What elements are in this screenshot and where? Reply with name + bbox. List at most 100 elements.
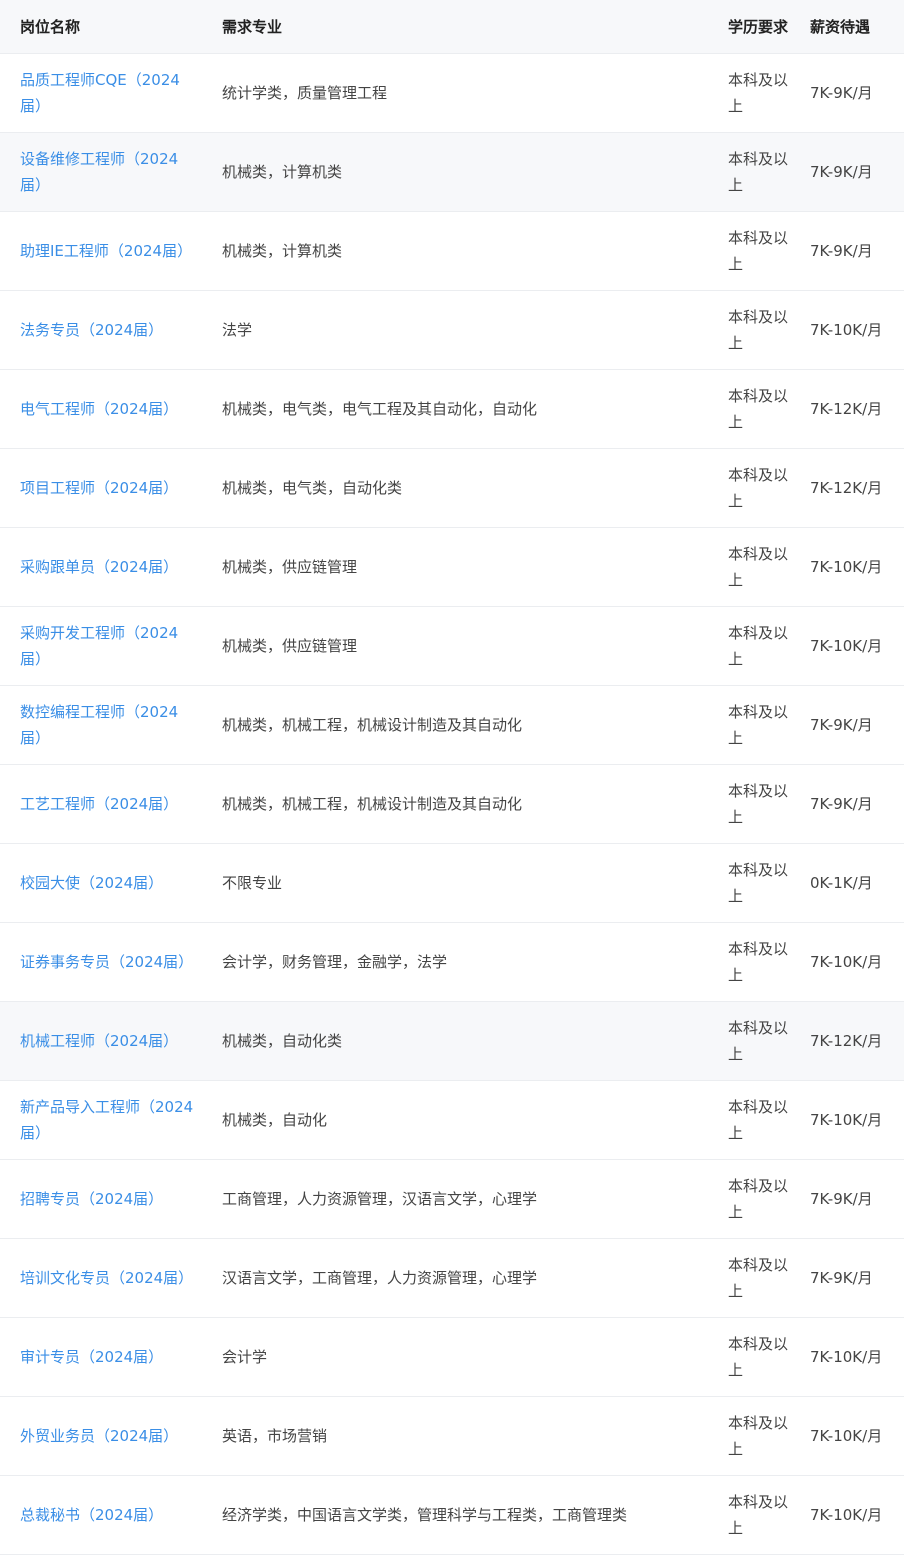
header-education: 学历要求 [708,0,798,54]
job-education: 本科及以上 [728,465,789,510]
job-education: 本科及以上 [728,1018,789,1063]
job-major: 工商管理，人力资源管理，汉语言文学，心理学 [222,1189,538,1208]
job-education: 本科及以上 [728,1492,789,1537]
job-major: 机械类，计算机类 [222,241,343,260]
job-major: 英语，市场营销 [222,1426,328,1445]
table-row: 数控编程工程师（2024届） 机械类，机械工程，机械设计制造及其自动化 本科及以… [0,685,904,764]
job-salary: 7K-9K/月 [810,715,873,734]
table-row: 项目工程师（2024届） 机械类，电气类，自动化类 本科及以上 7K-12K/月 [0,448,904,527]
jobs-table: 岗位名称 需求专业 学历要求 薪资待遇 品质工程师CQE（2024届） 统计学类… [0,0,904,1555]
job-salary: 7K-10K/月 [810,1505,883,1524]
table-row: 外贸业务员（2024届） 英语，市场营销 本科及以上 7K-10K/月 [0,1396,904,1475]
job-title-link[interactable]: 助理IE工程师（2024届） [20,242,192,260]
table-body: 品质工程师CQE（2024届） 统计学类，质量管理工程 本科及以上 7K-9K/… [0,53,904,1554]
job-major: 机械类，自动化 [222,1110,328,1129]
job-title-link[interactable]: 电气工程师（2024届） [20,400,178,418]
job-title-link[interactable]: 证券事务专员（2024届） [20,953,193,971]
job-major: 机械类，计算机类 [222,162,343,181]
job-education: 本科及以上 [728,228,789,273]
job-salary: 7K-9K/月 [810,1189,873,1208]
table-row: 证券事务专员（2024届） 会计学，财务管理，金融学，法学 本科及以上 7K-1… [0,922,904,1001]
job-title-link[interactable]: 总裁秘书（2024届） [20,1506,163,1524]
table-row: 机械工程师（2024届） 机械类，自动化类 本科及以上 7K-12K/月 [0,1001,904,1080]
job-salary: 7K-12K/月 [810,478,883,497]
table-row: 设备维修工程师（2024届） 机械类，计算机类 本科及以上 7K-9K/月 [0,132,904,211]
job-major: 会计学，财务管理，金融学，法学 [222,952,448,971]
job-education: 本科及以上 [728,1255,789,1300]
job-education: 本科及以上 [728,307,789,352]
job-title-link[interactable]: 审计专员（2024届） [20,1348,163,1366]
job-major: 机械类，电气类，自动化类 [222,478,403,497]
job-salary: 7K-9K/月 [810,794,873,813]
job-education: 本科及以上 [728,70,789,115]
job-title-link[interactable]: 数控编程工程师（2024届） [20,703,178,747]
table-row: 电气工程师（2024届） 机械类，电气类，电气工程及其自动化，自动化 本科及以上… [0,369,904,448]
job-title-link[interactable]: 品质工程师CQE（2024届） [20,71,180,115]
header-salary: 薪资待遇 [798,0,904,54]
job-major: 机械类，机械工程，机械设计制造及其自动化 [222,794,523,813]
job-salary: 7K-9K/月 [810,1268,873,1287]
job-title-link[interactable]: 外贸业务员（2024届） [20,1427,178,1445]
job-major: 机械类，供应链管理 [222,557,358,576]
job-salary: 7K-9K/月 [810,83,873,102]
table-row: 品质工程师CQE（2024届） 统计学类，质量管理工程 本科及以上 7K-9K/… [0,53,904,132]
job-major: 机械类，供应链管理 [222,636,358,655]
job-education: 本科及以上 [728,544,789,589]
job-salary: 7K-10K/月 [810,636,883,655]
table-header: 岗位名称 需求专业 学历要求 薪资待遇 [0,0,904,54]
table-row: 采购开发工程师（2024届） 机械类，供应链管理 本科及以上 7K-10K/月 [0,606,904,685]
job-education: 本科及以上 [728,860,789,905]
job-education: 本科及以上 [728,1413,789,1458]
job-major: 统计学类，质量管理工程 [222,83,388,102]
job-salary: 7K-10K/月 [810,1110,883,1129]
job-title-link[interactable]: 工艺工程师（2024届） [20,795,178,813]
job-major: 机械类，自动化类 [222,1031,343,1050]
job-education: 本科及以上 [728,781,789,826]
job-title-link[interactable]: 机械工程师（2024届） [20,1032,178,1050]
table-row: 采购跟单员（2024届） 机械类，供应链管理 本科及以上 7K-10K/月 [0,527,904,606]
job-salary: 7K-12K/月 [810,1031,883,1050]
job-salary: 7K-9K/月 [810,162,873,181]
job-salary: 7K-10K/月 [810,952,883,971]
job-major: 经济学类，中国语言文学类，管理科学与工程类，工商管理类 [222,1505,628,1524]
table-row: 工艺工程师（2024届） 机械类，机械工程，机械设计制造及其自动化 本科及以上 … [0,764,904,843]
job-title-link[interactable]: 采购开发工程师（2024届） [20,624,178,668]
job-title-link[interactable]: 校园大使（2024届） [20,874,163,892]
job-title-link[interactable]: 采购跟单员（2024届） [20,558,178,576]
job-major: 不限专业 [222,873,283,892]
job-education: 本科及以上 [728,386,789,431]
job-salary: 7K-10K/月 [810,1347,883,1366]
job-education: 本科及以上 [728,939,789,984]
job-salary: 7K-10K/月 [810,320,883,339]
job-salary: 7K-10K/月 [810,557,883,576]
job-title-link[interactable]: 招聘专员（2024届） [20,1190,163,1208]
job-education: 本科及以上 [728,1334,789,1379]
job-major: 法学 [222,320,253,339]
job-major: 汉语言文学，工商管理，人力资源管理，心理学 [222,1268,538,1287]
table-row: 招聘专员（2024届） 工商管理，人力资源管理，汉语言文学，心理学 本科及以上 … [0,1159,904,1238]
job-salary: 7K-10K/月 [810,1426,883,1445]
job-salary: 7K-9K/月 [810,241,873,260]
table-row: 法务专员（2024届） 法学 本科及以上 7K-10K/月 [0,290,904,369]
job-education: 本科及以上 [728,702,789,747]
table-row: 校园大使（2024届） 不限专业 本科及以上 0K-1K/月 [0,843,904,922]
job-title-link[interactable]: 项目工程师（2024届） [20,479,178,497]
table-row: 助理IE工程师（2024届） 机械类，计算机类 本科及以上 7K-9K/月 [0,211,904,290]
job-education: 本科及以上 [728,1097,789,1142]
job-title-link[interactable]: 法务专员（2024届） [20,321,163,339]
table-row: 审计专员（2024届） 会计学 本科及以上 7K-10K/月 [0,1317,904,1396]
job-education: 本科及以上 [728,149,789,194]
table-row: 培训文化专员（2024届） 汉语言文学，工商管理，人力资源管理，心理学 本科及以… [0,1238,904,1317]
job-title-link[interactable]: 培训文化专员（2024届） [20,1269,193,1287]
job-title-link[interactable]: 新产品导入工程师（2024届） [20,1098,193,1142]
table-row: 新产品导入工程师（2024届） 机械类，自动化 本科及以上 7K-10K/月 [0,1080,904,1159]
job-major: 机械类，机械工程，机械设计制造及其自动化 [222,715,523,734]
job-education: 本科及以上 [728,623,789,668]
job-title-link[interactable]: 设备维修工程师（2024届） [20,150,178,194]
header-major: 需求专业 [202,0,708,54]
header-title: 岗位名称 [0,0,202,54]
header-row: 岗位名称 需求专业 学历要求 薪资待遇 [0,0,904,54]
job-salary: 7K-12K/月 [810,399,883,418]
job-salary: 0K-1K/月 [810,873,873,892]
table-row: 总裁秘书（2024届） 经济学类，中国语言文学类，管理科学与工程类，工商管理类 … [0,1475,904,1554]
